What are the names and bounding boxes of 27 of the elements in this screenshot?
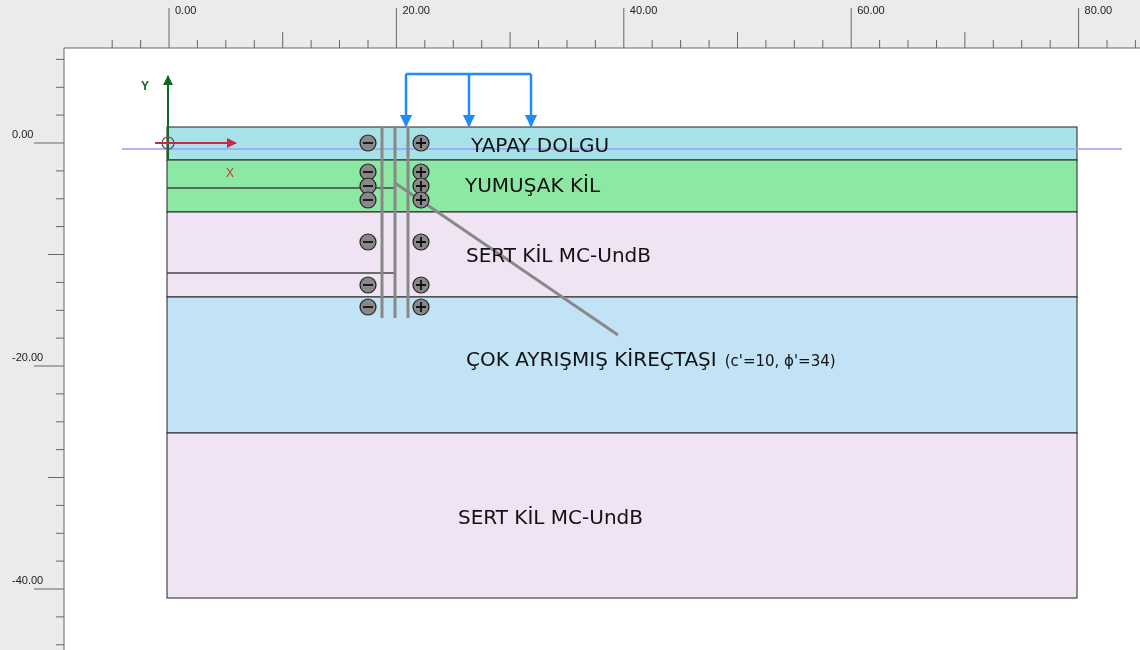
- plus-icon: [412, 298, 430, 316]
- plus-icon: [412, 276, 430, 294]
- ruler-label: 0.00: [12, 128, 34, 140]
- minus-icon: [359, 134, 377, 152]
- layer-label: YUMUŞAK KİL: [465, 173, 601, 197]
- origin-icon: [161, 136, 175, 150]
- minus-icon: [359, 276, 377, 294]
- axis-label: Y: [141, 79, 149, 93]
- layer-label: ÇOK AYRIŞMIŞ KİREÇTAŞI: [466, 347, 717, 371]
- axis-label: X: [226, 166, 234, 180]
- plus-icon: [412, 134, 430, 152]
- ruler-label: -20.00: [12, 351, 44, 363]
- minus-icon: [359, 298, 377, 316]
- minus-icon: [359, 233, 377, 251]
- ruler-label: 80.00: [1084, 4, 1113, 16]
- plus-icon: [412, 191, 430, 209]
- layer-label: SERT KİL MC-UndB: [466, 243, 652, 267]
- layer-parameters: (c'=10, ϕ'=34): [724, 352, 836, 370]
- ruler-label: 60.00: [857, 4, 885, 16]
- ruler-label: -40.00: [12, 574, 44, 586]
- ruler-label: 0.00: [175, 4, 197, 16]
- layer-label: YAPAY DOLGU: [471, 133, 610, 157]
- layer-label: SERT KİL MC-UndB: [458, 505, 644, 529]
- ruler-label: 20.00: [402, 4, 430, 16]
- ruler-label: 40.00: [629, 4, 658, 16]
- minus-icon: [359, 191, 377, 209]
- plus-icon: [412, 233, 430, 251]
